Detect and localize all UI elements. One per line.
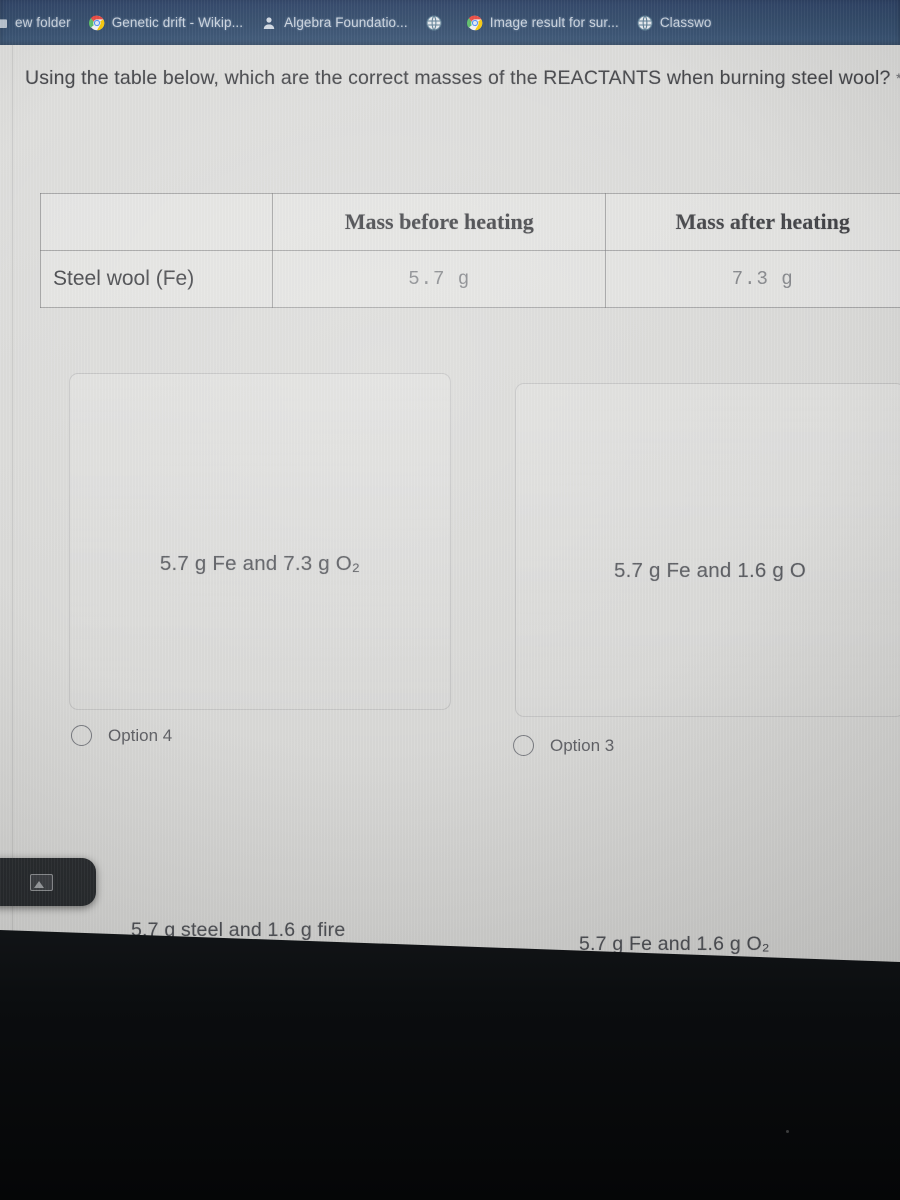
table-header-row: Mass before heating Mass after heating <box>40 193 900 251</box>
table-header-text: Mass before heating <box>344 209 534 234</box>
bookmark-item-genetic-drift[interactable]: Genetic drift - Wikip... <box>85 10 247 36</box>
table-header-blank <box>40 193 273 251</box>
globe-icon <box>426 14 442 31</box>
table-header-mass-before: Mass before heating <box>271 193 607 251</box>
radio-option-3[interactable]: Option 3 <box>513 735 614 756</box>
required-asterisk: * <box>896 70 900 86</box>
radio-option-label: Option 4 <box>108 725 173 745</box>
radio-option-4[interactable]: Option 4 <box>71 725 172 746</box>
question-title: Using the table below, which are the cor… <box>25 63 900 94</box>
mass-data-table: Mass before heating Mass after heating S… <box>40 193 900 308</box>
bookmark-label: Image result for sur... <box>489 15 619 30</box>
dust-speck <box>786 1130 789 1133</box>
table-header-mass-after: Mass after heating <box>605 193 900 251</box>
chrome-icon <box>466 15 483 30</box>
option-image-text: 5.7 g Fe and 7.3 g O₂ <box>159 552 361 575</box>
table-cell-mass-before: 5.7 g <box>271 250 607 308</box>
bookmark-item-globe-1[interactable] <box>422 10 453 36</box>
table-cell-mass-after: 7.3 g <box>605 250 900 308</box>
bookmark-label: Algebra Foundatio... <box>284 15 408 30</box>
option-image-text: 5.7 g Fe and 1.6 g O <box>613 559 807 582</box>
radio-button-icon[interactable] <box>71 725 92 746</box>
globe-icon <box>637 14 653 31</box>
monitor-screen-area: ew folder Genetic drift - Wikip... Algeb… <box>0 0 900 962</box>
bookmark-label: Classwo <box>659 15 712 30</box>
table-row: Steel wool (Fe) 5.7 g 7.3 g <box>40 250 900 308</box>
bookmark-item-algebra-foundations[interactable]: Algebra Foundatio... <box>257 10 412 36</box>
question-card: Using the table below, which are the cor… <box>12 45 900 962</box>
screen-photograph: ew folder Genetic drift - Wikip... Algeb… <box>0 0 900 1200</box>
table-cell-row-label: Steel wool (Fe) <box>40 250 273 308</box>
person-icon <box>263 16 275 29</box>
option-image-card-1[interactable]: 5.7 g Fe and 7.3 g O₂ <box>69 373 451 710</box>
option-image-card-2[interactable]: 5.7 g Fe and 1.6 g O <box>515 383 900 717</box>
bookmark-item-classwork[interactable]: Classwo <box>633 10 716 36</box>
table-cell-value: 7.3 g <box>731 268 794 290</box>
table-header-text: Mass after heating <box>675 209 850 234</box>
table-cell-value: 5.7 g <box>408 268 471 290</box>
image-icon <box>29 873 53 891</box>
folder-icon <box>0 18 7 28</box>
bookmark-item-new-folder[interactable]: ew folder <box>0 10 75 36</box>
question-text: Using the table below, which are the cor… <box>25 67 891 89</box>
screen-edge-overlay-chip[interactable] <box>0 858 96 906</box>
bookmark-label: ew folder <box>15 15 71 30</box>
bookmarks-bar: ew folder Genetic drift - Wikip... Algeb… <box>0 0 900 45</box>
radio-option-label: Option 3 <box>550 735 615 755</box>
bookmark-item-image-result[interactable]: Image result for sur... <box>463 10 623 36</box>
radio-button-icon[interactable] <box>513 735 534 756</box>
bookmark-label: Genetic drift - Wikip... <box>111 15 244 30</box>
chrome-icon <box>88 15 104 30</box>
